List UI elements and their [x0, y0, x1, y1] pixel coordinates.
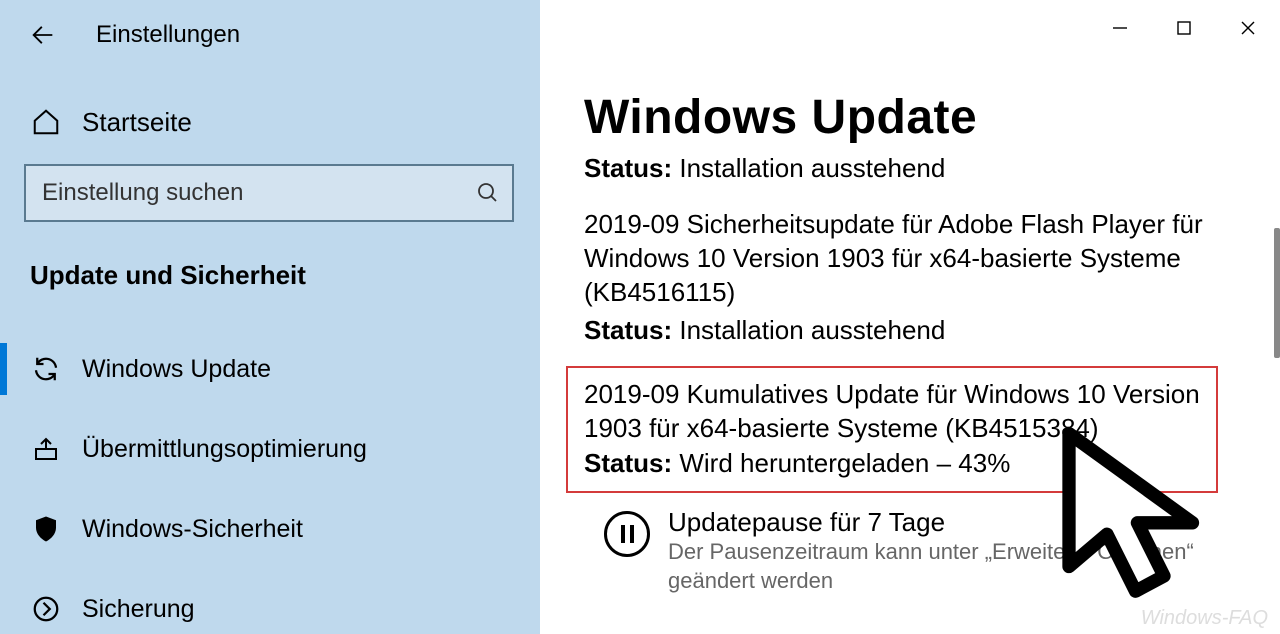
highlighted-update: 2019-09 Kumulatives Update für Windows 1…: [566, 366, 1218, 493]
sidebar: Einstellungen Startseite Updat: [0, 0, 540, 634]
sync-icon: [30, 353, 62, 385]
update-item: 2019-09 Kumulatives Update für Windows 1…: [584, 378, 1200, 446]
status-label: Status:: [584, 448, 672, 478]
search-input[interactable]: [42, 179, 476, 207]
home-icon: [30, 106, 62, 138]
scrollbar-thumb[interactable]: [1274, 228, 1280, 358]
shield-icon: [30, 513, 62, 545]
back-button[interactable]: [28, 20, 58, 50]
sidebar-item-windows-update[interactable]: Windows Update: [0, 329, 540, 409]
pause-text: Updatepause für 7 Tage Der Pausenzeitrau…: [668, 507, 1210, 595]
sidebar-item-label: Windows Update: [82, 355, 271, 384]
sidebar-item-label: Übermittlungsoptimierung: [82, 435, 367, 464]
close-button[interactable]: [1216, 8, 1280, 48]
status-label: Status:: [584, 315, 672, 345]
watermark: Windows-FAQ: [1141, 607, 1268, 630]
pause-description: Der Pausenzeitraum kann unter „Erweitert…: [668, 538, 1210, 595]
window-controls: [1088, 8, 1280, 48]
sidebar-item-label: Windows-Sicherheit: [82, 515, 303, 544]
sidebar-item-label: Sicherung: [82, 595, 195, 624]
search-box[interactable]: [24, 164, 516, 222]
top-bar: Einstellungen: [0, 10, 540, 60]
sidebar-item-delivery-optimization[interactable]: Übermittlungsoptimierung: [0, 409, 540, 489]
status-label: Status:: [584, 153, 672, 183]
page-title: Windows Update: [584, 90, 1210, 145]
status-value: Wird heruntergeladen – 43%: [679, 448, 1010, 478]
sidebar-home[interactable]: Startseite: [0, 106, 540, 138]
sidebar-category: Update und Sicherheit: [0, 260, 540, 291]
overall-status: Status: Installation ausstehend: [584, 153, 1210, 184]
app-title: Einstellungen: [96, 21, 240, 49]
maximize-button[interactable]: [1152, 8, 1216, 48]
update-status: Status: Wird heruntergeladen – 43%: [584, 448, 1200, 479]
sidebar-item-backup[interactable]: Sicherung: [0, 569, 540, 634]
status-value: Installation ausstehend: [679, 153, 945, 183]
pause-title: Updatepause für 7 Tage: [668, 507, 1210, 538]
status-value: Installation ausstehend: [679, 315, 945, 345]
backup-icon: [30, 593, 62, 625]
minimize-button[interactable]: [1088, 8, 1152, 48]
search-icon: [476, 181, 500, 205]
pause-icon: [604, 511, 650, 557]
update-status: Status: Installation ausstehend: [584, 315, 1210, 346]
sidebar-nav: Windows Update Übermittlungsoptimierung: [0, 329, 540, 634]
home-label: Startseite: [82, 107, 192, 138]
content-pane: Windows Update Status: Installation auss…: [540, 0, 1280, 634]
sidebar-item-windows-security[interactable]: Windows-Sicherheit: [0, 489, 540, 569]
delivery-icon: [30, 433, 62, 465]
pause-updates-row[interactable]: Updatepause für 7 Tage Der Pausenzeitrau…: [584, 507, 1210, 595]
update-item: 2019-09 Sicherheitsupdate für Adobe Flas…: [584, 208, 1210, 309]
